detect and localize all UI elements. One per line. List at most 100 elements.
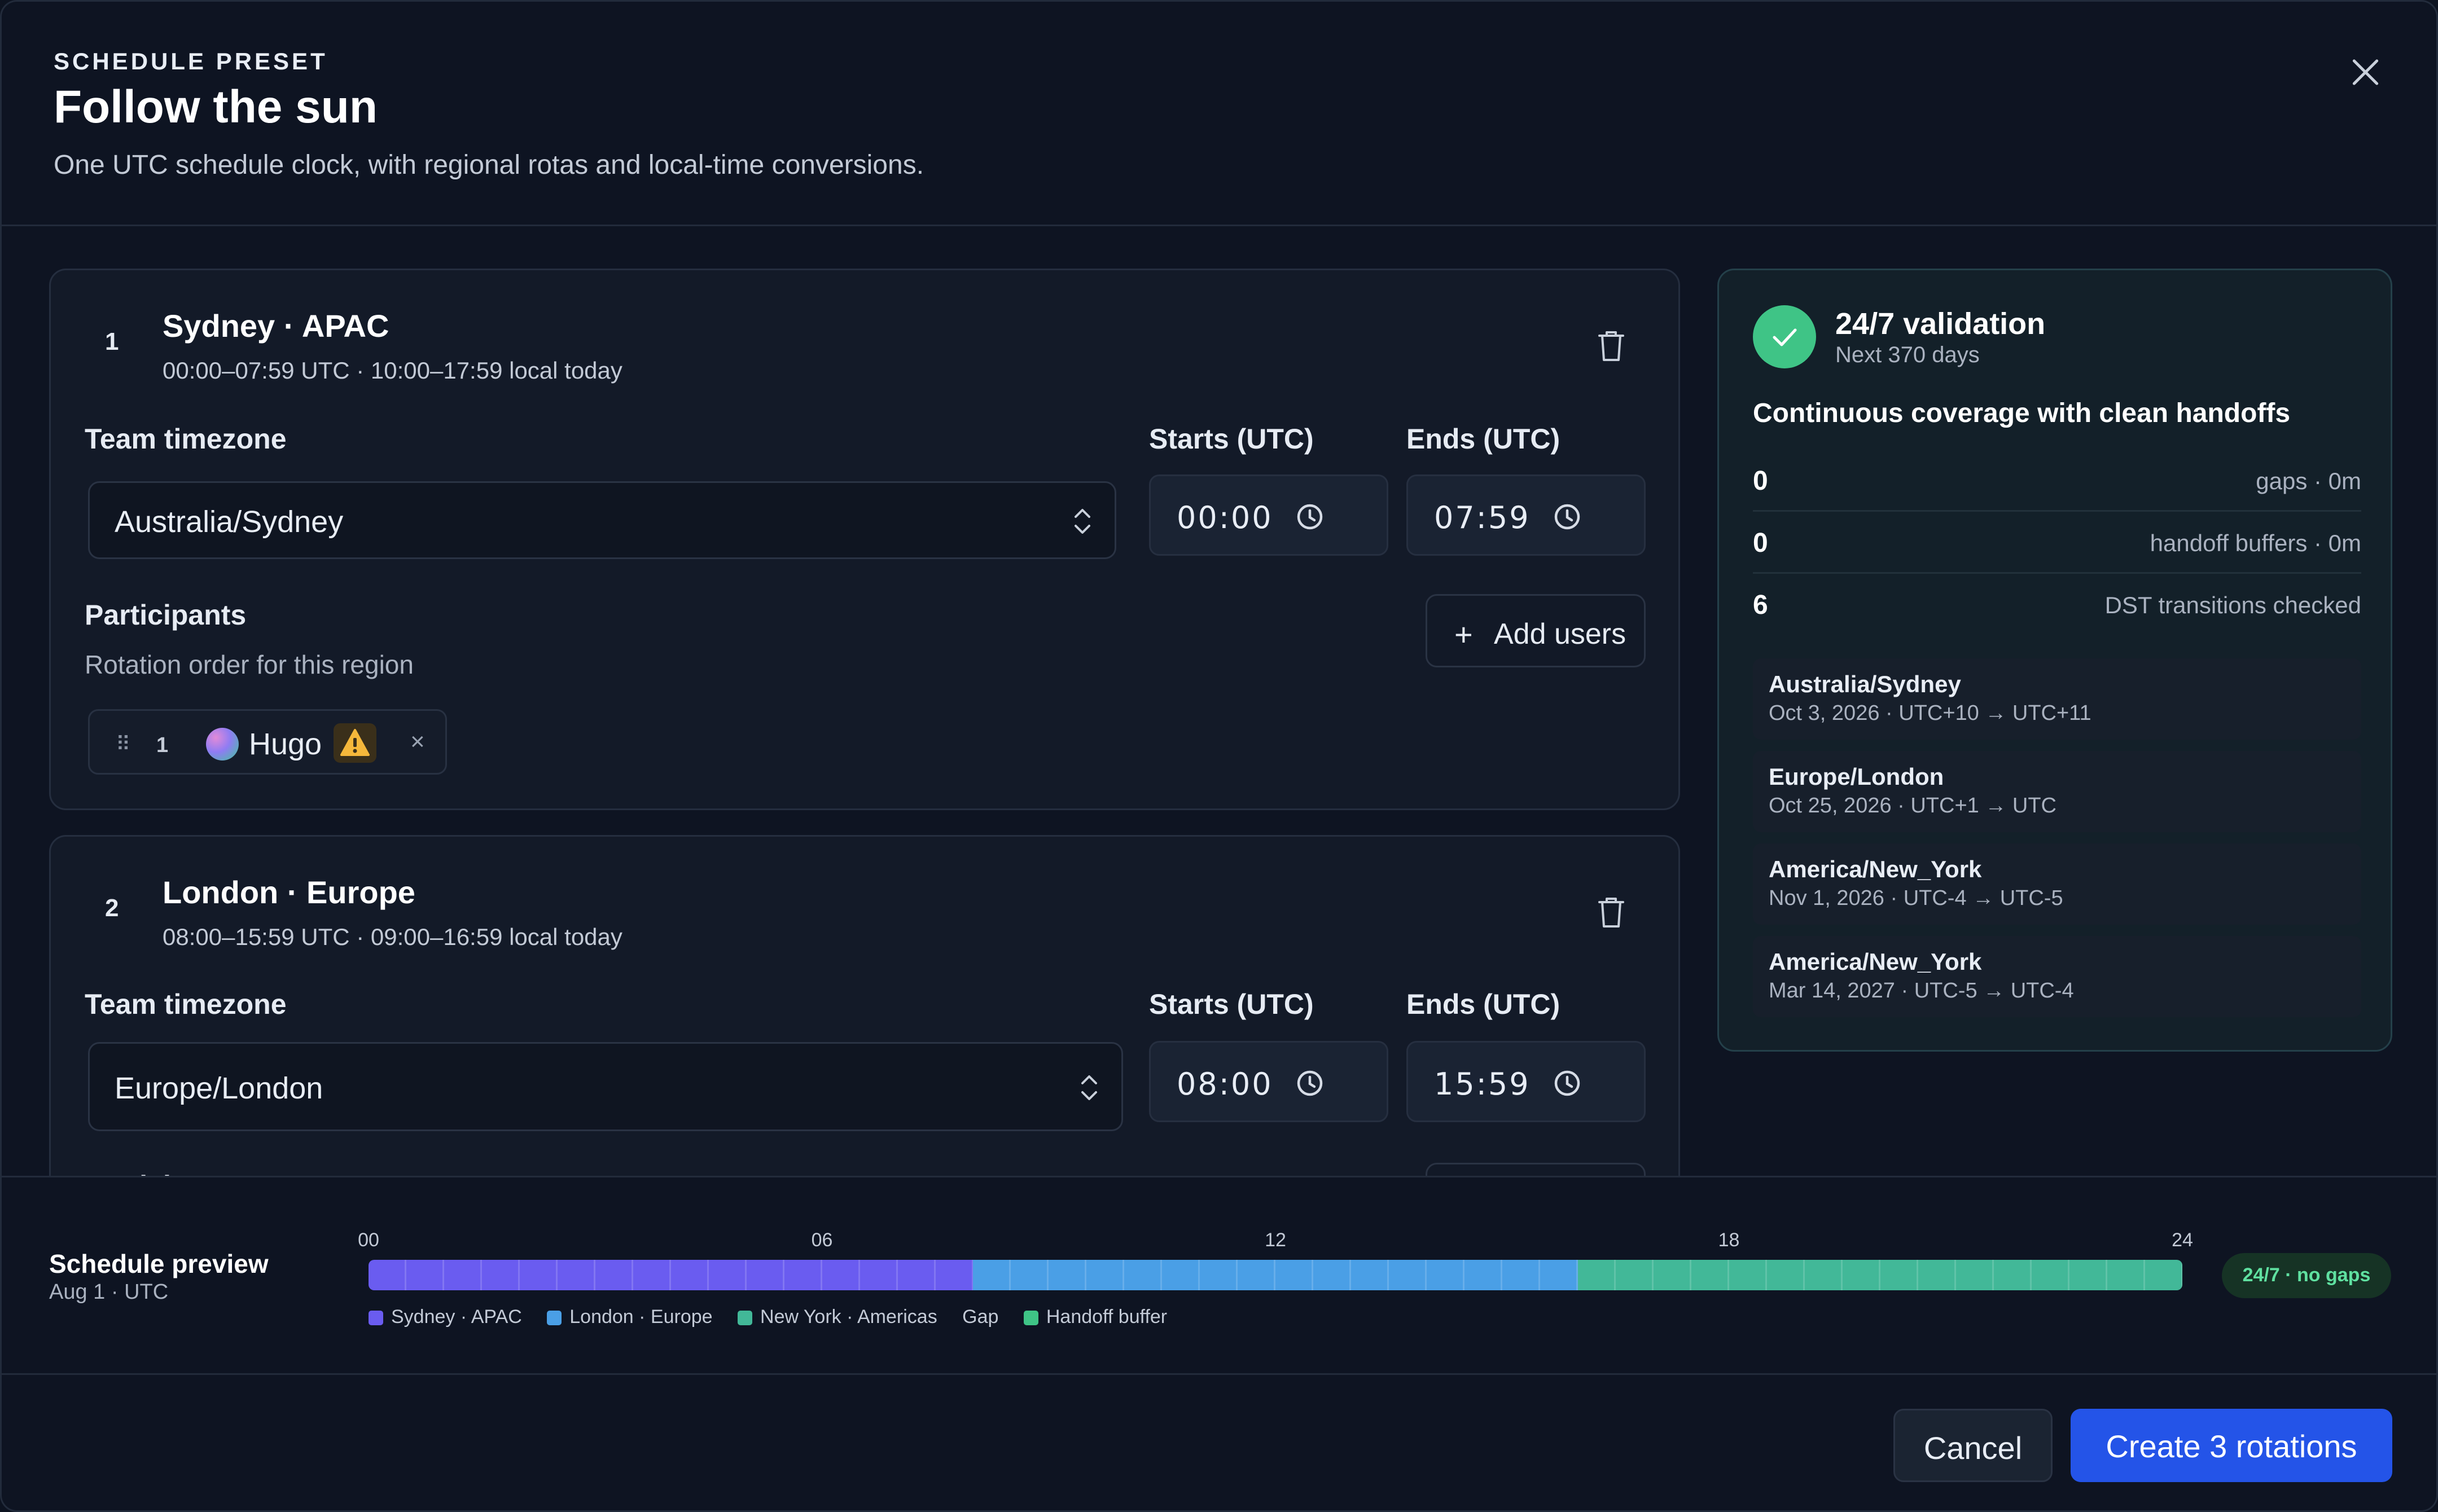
stat-value: 0 bbox=[1753, 528, 1768, 558]
add-users-button[interactable]: + Add users bbox=[1426, 594, 1646, 667]
timezone-value: Europe/London bbox=[115, 1071, 323, 1105]
starts-time-input[interactable]: 00:00 bbox=[1149, 474, 1388, 556]
cancel-button[interactable]: Cancel bbox=[1893, 1409, 2053, 1482]
rotation-card-london: 2 London · Europe 08:00–15:59 UTC · 09:0… bbox=[49, 835, 1680, 1176]
clock-icon bbox=[1554, 1070, 1580, 1096]
cancel-label: Cancel bbox=[1923, 1430, 2023, 1466]
dialog-eyebrow: SCHEDULE PRESET bbox=[54, 48, 328, 74]
dst-transition-item: America/New_York Mar 14, 2027 · UTC-5 → … bbox=[1753, 936, 2361, 1017]
dst-transition-item: Australia/Sydney Oct 3, 2026 · UTC+10 → … bbox=[1753, 658, 2361, 740]
remove-participant-icon[interactable]: × bbox=[410, 728, 425, 756]
legend-item: New York · Americas bbox=[738, 1306, 937, 1328]
dialog-title: Follow the sun bbox=[54, 81, 378, 133]
stat-label: gaps · 0m bbox=[2256, 468, 2361, 494]
participant-order: 1 bbox=[156, 733, 169, 757]
close-icon[interactable] bbox=[2343, 50, 2388, 95]
starts-time-value: 00:00 bbox=[1177, 500, 1273, 535]
rotation-name: Sydney · APAC bbox=[163, 308, 389, 344]
starts-time-input[interactable]: 08:00 bbox=[1149, 1041, 1388, 1122]
rotation-order: 2 bbox=[105, 894, 119, 922]
hour-tick: 00 bbox=[358, 1229, 379, 1251]
dialog-body[interactable]: 1 Sydney · APAC 00:00–07:59 UTC · 10:00–… bbox=[2, 228, 2436, 1176]
drag-handle-icon[interactable]: ⠿ bbox=[116, 732, 130, 756]
ends-time-value: 07:59 bbox=[1434, 500, 1531, 535]
validation-headline: Continuous coverage with clean handoffs bbox=[1753, 398, 2291, 428]
rotation-name: London · Europe bbox=[163, 874, 415, 910]
legend-swatch bbox=[547, 1311, 562, 1325]
preview-title: Schedule preview bbox=[49, 1249, 269, 1278]
trash-icon[interactable] bbox=[1597, 329, 1625, 363]
create-rotations-button[interactable]: Create 3 rotations bbox=[2071, 1409, 2392, 1482]
check-circle-icon bbox=[1753, 305, 1816, 368]
dialog-header: SCHEDULE PRESET Follow the sun One UTC s… bbox=[2, 2, 2436, 226]
add-users-button[interactable] bbox=[1426, 1163, 1646, 1176]
create-rotations-label: Create 3 rotations bbox=[2106, 1429, 2357, 1464]
legend-item: Sydney · APAC bbox=[369, 1306, 522, 1328]
timezone-select[interactable]: Europe/London bbox=[88, 1042, 1123, 1131]
validation-subtitle: Next 370 days bbox=[1835, 342, 1980, 367]
hour-tick: 24 bbox=[2172, 1229, 2193, 1251]
legend-label: Gap bbox=[962, 1306, 999, 1328]
coverage-segment-london bbox=[973, 1260, 1578, 1290]
participants-hint: Rotation order for this region bbox=[85, 650, 414, 679]
coverage-status-badge: 24/7 · no gaps bbox=[2222, 1253, 2391, 1298]
legend-swatch bbox=[369, 1311, 383, 1325]
ends-time-value: 15:59 bbox=[1434, 1066, 1531, 1102]
warning-icon[interactable] bbox=[334, 723, 376, 763]
chevron-up-down-icon bbox=[1075, 509, 1090, 534]
dst-transition-item: Europe/London Oct 25, 2026 · UTC+1 → UTC bbox=[1753, 751, 2361, 832]
starts-label: Starts (UTC) bbox=[1149, 423, 1314, 455]
trash-icon[interactable] bbox=[1597, 895, 1625, 929]
schedule-preset-dialog: SCHEDULE PRESET Follow the sun One UTC s… bbox=[0, 0, 2438, 1512]
validation-title: 24/7 validation bbox=[1835, 307, 2046, 341]
participant-name: Hugo bbox=[249, 727, 322, 761]
dst-zone: America/New_York bbox=[1769, 856, 1982, 882]
ends-time-input[interactable]: 07:59 bbox=[1406, 474, 1646, 556]
ends-label: Ends (UTC) bbox=[1406, 988, 1560, 1020]
validation-stat-buffers: 0 handoff buffers · 0m bbox=[1753, 513, 2361, 574]
ends-label: Ends (UTC) bbox=[1406, 423, 1560, 455]
legend-label: Sydney · APAC bbox=[391, 1306, 522, 1328]
legend-item: London · Europe bbox=[547, 1306, 713, 1328]
hour-tick: 12 bbox=[1265, 1229, 1286, 1251]
coverage-segment-new-york bbox=[1577, 1260, 2182, 1290]
stat-label: handoff buffers · 0m bbox=[2150, 530, 2361, 556]
chevron-up-down-icon bbox=[1081, 1075, 1097, 1100]
coverage-bar bbox=[369, 1260, 2182, 1290]
legend-label: Handoff buffer bbox=[1046, 1306, 1168, 1328]
legend-swatch bbox=[1023, 1311, 1038, 1325]
participants-label: Participants bbox=[85, 599, 247, 631]
rotation-summary: 00:00–07:59 UTC · 10:00–17:59 local toda… bbox=[163, 357, 622, 384]
coverage-segment-sydney bbox=[369, 1260, 974, 1290]
rotation-summary: 08:00–15:59 UTC · 09:00–16:59 local toda… bbox=[163, 924, 622, 950]
timezone-label: Team timezone bbox=[85, 423, 287, 455]
add-users-label: Add users bbox=[1494, 618, 1626, 650]
starts-label: Starts (UTC) bbox=[1149, 988, 1314, 1020]
participant-chip[interactable]: ⠿ 1 Hugo × bbox=[88, 709, 447, 775]
timezone-select[interactable]: Australia/Sydney bbox=[88, 481, 1116, 559]
legend-item: Handoff buffer bbox=[1023, 1306, 1168, 1328]
legend-label: New York · Americas bbox=[760, 1306, 937, 1328]
clock-icon bbox=[1297, 504, 1323, 530]
participants-label: Participants bbox=[85, 1170, 246, 1176]
stat-value: 6 bbox=[1753, 590, 1768, 620]
starts-time-value: 08:00 bbox=[1177, 1066, 1273, 1102]
validation-stat-dst: 6 DST transitions checked bbox=[1753, 575, 2361, 636]
timezone-value: Australia/Sydney bbox=[115, 505, 344, 539]
dst-detail: Nov 1, 2026 · UTC-4 → UTC-5 bbox=[1769, 886, 2063, 910]
dst-zone: Australia/Sydney bbox=[1769, 671, 1961, 697]
hour-tick: 06 bbox=[811, 1229, 833, 1251]
dst-detail: Mar 14, 2027 · UTC-5 → UTC-4 bbox=[1769, 979, 2074, 1003]
preview-legend: Sydney · APAC London · Europe New York ·… bbox=[369, 1306, 1190, 1331]
ends-time-input[interactable]: 15:59 bbox=[1406, 1041, 1646, 1122]
dst-detail: Oct 25, 2026 · UTC+1 → UTC bbox=[1769, 794, 2056, 817]
validation-panel: 24/7 validation Next 370 days Continuous… bbox=[1717, 269, 2392, 1052]
dst-detail: Oct 3, 2026 · UTC+10 → UTC+11 bbox=[1769, 701, 2091, 725]
plus-icon: + bbox=[1454, 617, 1473, 652]
clock-icon bbox=[1554, 504, 1580, 530]
stat-value: 0 bbox=[1753, 466, 1768, 496]
preview-subtitle: Aug 1 · UTC bbox=[49, 1280, 169, 1304]
stat-label: DST transitions checked bbox=[2104, 592, 2361, 618]
dst-zone: America/New_York bbox=[1769, 948, 1982, 975]
dst-transition-item: America/New_York Nov 1, 2026 · UTC-4 → U… bbox=[1753, 843, 2361, 925]
